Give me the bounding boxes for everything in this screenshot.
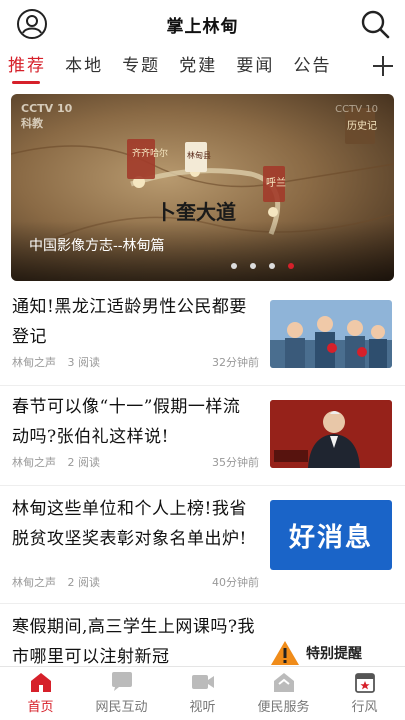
carousel-dot[interactable]	[249, 263, 256, 269]
nav-home[interactable]: 首页	[0, 671, 81, 715]
news-title[interactable]: 通知!黑龙江适龄男性公民都要登记	[12, 292, 257, 352]
news-item[interactable]: 林甸这些单位和个人上榜!我省脱贫攻坚奖表彰对象名单出炉! 林甸之声 2 阅读 4…	[0, 486, 405, 604]
video-icon	[191, 675, 214, 689]
news-item[interactable]: 通知!黑龙江适龄男性公民都要登记 林甸之声 3 阅读 32分钟前	[0, 286, 405, 386]
news-meta: 林甸之声 2 阅读	[12, 454, 108, 470]
nav-conduct[interactable]: 行风	[324, 671, 405, 715]
cctv-watermark: CCTV 10	[335, 104, 378, 115]
news-title[interactable]: 春节可以像“十一”假期一样流动吗?张伯礼这样说!	[12, 392, 257, 452]
map-label-hulan: 呼兰	[266, 176, 286, 189]
calendar-star-icon	[354, 673, 375, 693]
map-label-lindian: 林甸县	[187, 150, 211, 160]
nav-service[interactable]: 便民服务	[243, 671, 324, 715]
warning-icon	[271, 641, 299, 665]
news-time: 35分钟前	[212, 456, 259, 469]
home-icon	[30, 673, 51, 692]
news-item[interactable]: 春节可以像“十一”假期一样流动吗?张伯礼这样说! 林甸之声 2 阅读 35分钟前	[0, 386, 405, 486]
good-news-text: 好消息	[288, 522, 373, 553]
top-bar: 掌上林甸	[0, 0, 405, 46]
tab-local[interactable]: 本地	[65, 48, 103, 88]
news-thumbnail[interactable]: 好消息	[270, 500, 392, 570]
news-title[interactable]: 寒假期间,高三学生上网课吗?我市哪里可以注射新冠	[12, 612, 257, 666]
tab-topics[interactable]: 专题	[122, 48, 160, 88]
nav-home-label: 首页	[27, 700, 54, 715]
news-reads: 2 阅读	[67, 456, 101, 469]
map-label-history: 历史记	[347, 120, 377, 132]
carousel-dots	[11, 254, 394, 273]
news-time: 40分钟前	[212, 576, 259, 589]
nav-interaction-label: 网民互动	[95, 700, 148, 715]
nav-interaction[interactable]: 网民互动	[81, 671, 162, 715]
news-meta: 林甸之声 3 阅读	[12, 354, 108, 370]
bottom-nav: 首页 网民互动 视听 便民服务 行风	[0, 666, 405, 720]
news-reads: 3 阅读	[67, 356, 101, 369]
carousel-dot[interactable]	[269, 263, 276, 269]
nav-conduct-label: 行风	[351, 700, 378, 715]
carousel-dot-active[interactable]	[288, 263, 295, 269]
tab-recommend[interactable]: 推荐	[8, 48, 46, 88]
news-meta: 林甸之声 2 阅读	[12, 574, 108, 590]
banner-carousel[interactable]: 齐齐哈尔 林甸县 卜奎大道 呼兰 历史记 CCTV 10 科教 CCTV 10 中…	[11, 94, 394, 281]
news-title[interactable]: 林甸这些单位和个人上榜!我省脱贫攻坚奖表彰对象名单出炉!	[12, 494, 257, 554]
chat-icon	[111, 672, 132, 691]
banner-caption: 中国影像方志--林甸篇	[29, 238, 165, 254]
category-tabs: 推荐 本地 专题 党建 要闻 公告	[0, 48, 405, 88]
nav-service-label: 便民服务	[257, 700, 310, 715]
news-source: 林甸之声	[12, 356, 56, 369]
notice-thumbnail[interactable]: 特别提醒	[270, 638, 392, 666]
news-time: 32分钟前	[212, 356, 259, 369]
nav-video-label: 视听	[189, 700, 216, 715]
tab-notices[interactable]: 公告	[293, 48, 331, 88]
app-title: 掌上林甸	[166, 17, 239, 37]
cctv-logo-text: CCTV 10	[21, 102, 73, 115]
news-thumbnail[interactable]	[270, 300, 392, 368]
tab-headlines[interactable]: 要闻	[236, 48, 274, 88]
tab-party[interactable]: 党建	[179, 48, 217, 88]
notice-text: 特别提醒	[306, 646, 362, 662]
news-thumbnail[interactable]	[270, 400, 392, 468]
cctv-logo-sub: 科教	[21, 117, 43, 130]
news-source: 林甸之声	[12, 456, 56, 469]
search-icon[interactable]	[359, 8, 391, 40]
map-label-qiqihar: 齐齐哈尔	[132, 147, 168, 159]
cctv-logo: CCTV 10 科教	[21, 102, 72, 131]
service-icon	[273, 673, 294, 692]
add-tab-icon[interactable]	[371, 54, 395, 78]
news-item[interactable]: 寒假期间,高三学生上网课吗?我市哪里可以注射新冠 特别提醒	[0, 604, 405, 666]
nav-video[interactable]: 视听	[162, 671, 243, 715]
news-reads: 2 阅读	[67, 576, 101, 589]
carousel-dot[interactable]	[230, 263, 237, 269]
news-source: 林甸之声	[12, 576, 56, 589]
tab-strip: 推荐 本地 专题 党建 要闻 公告	[8, 48, 370, 88]
